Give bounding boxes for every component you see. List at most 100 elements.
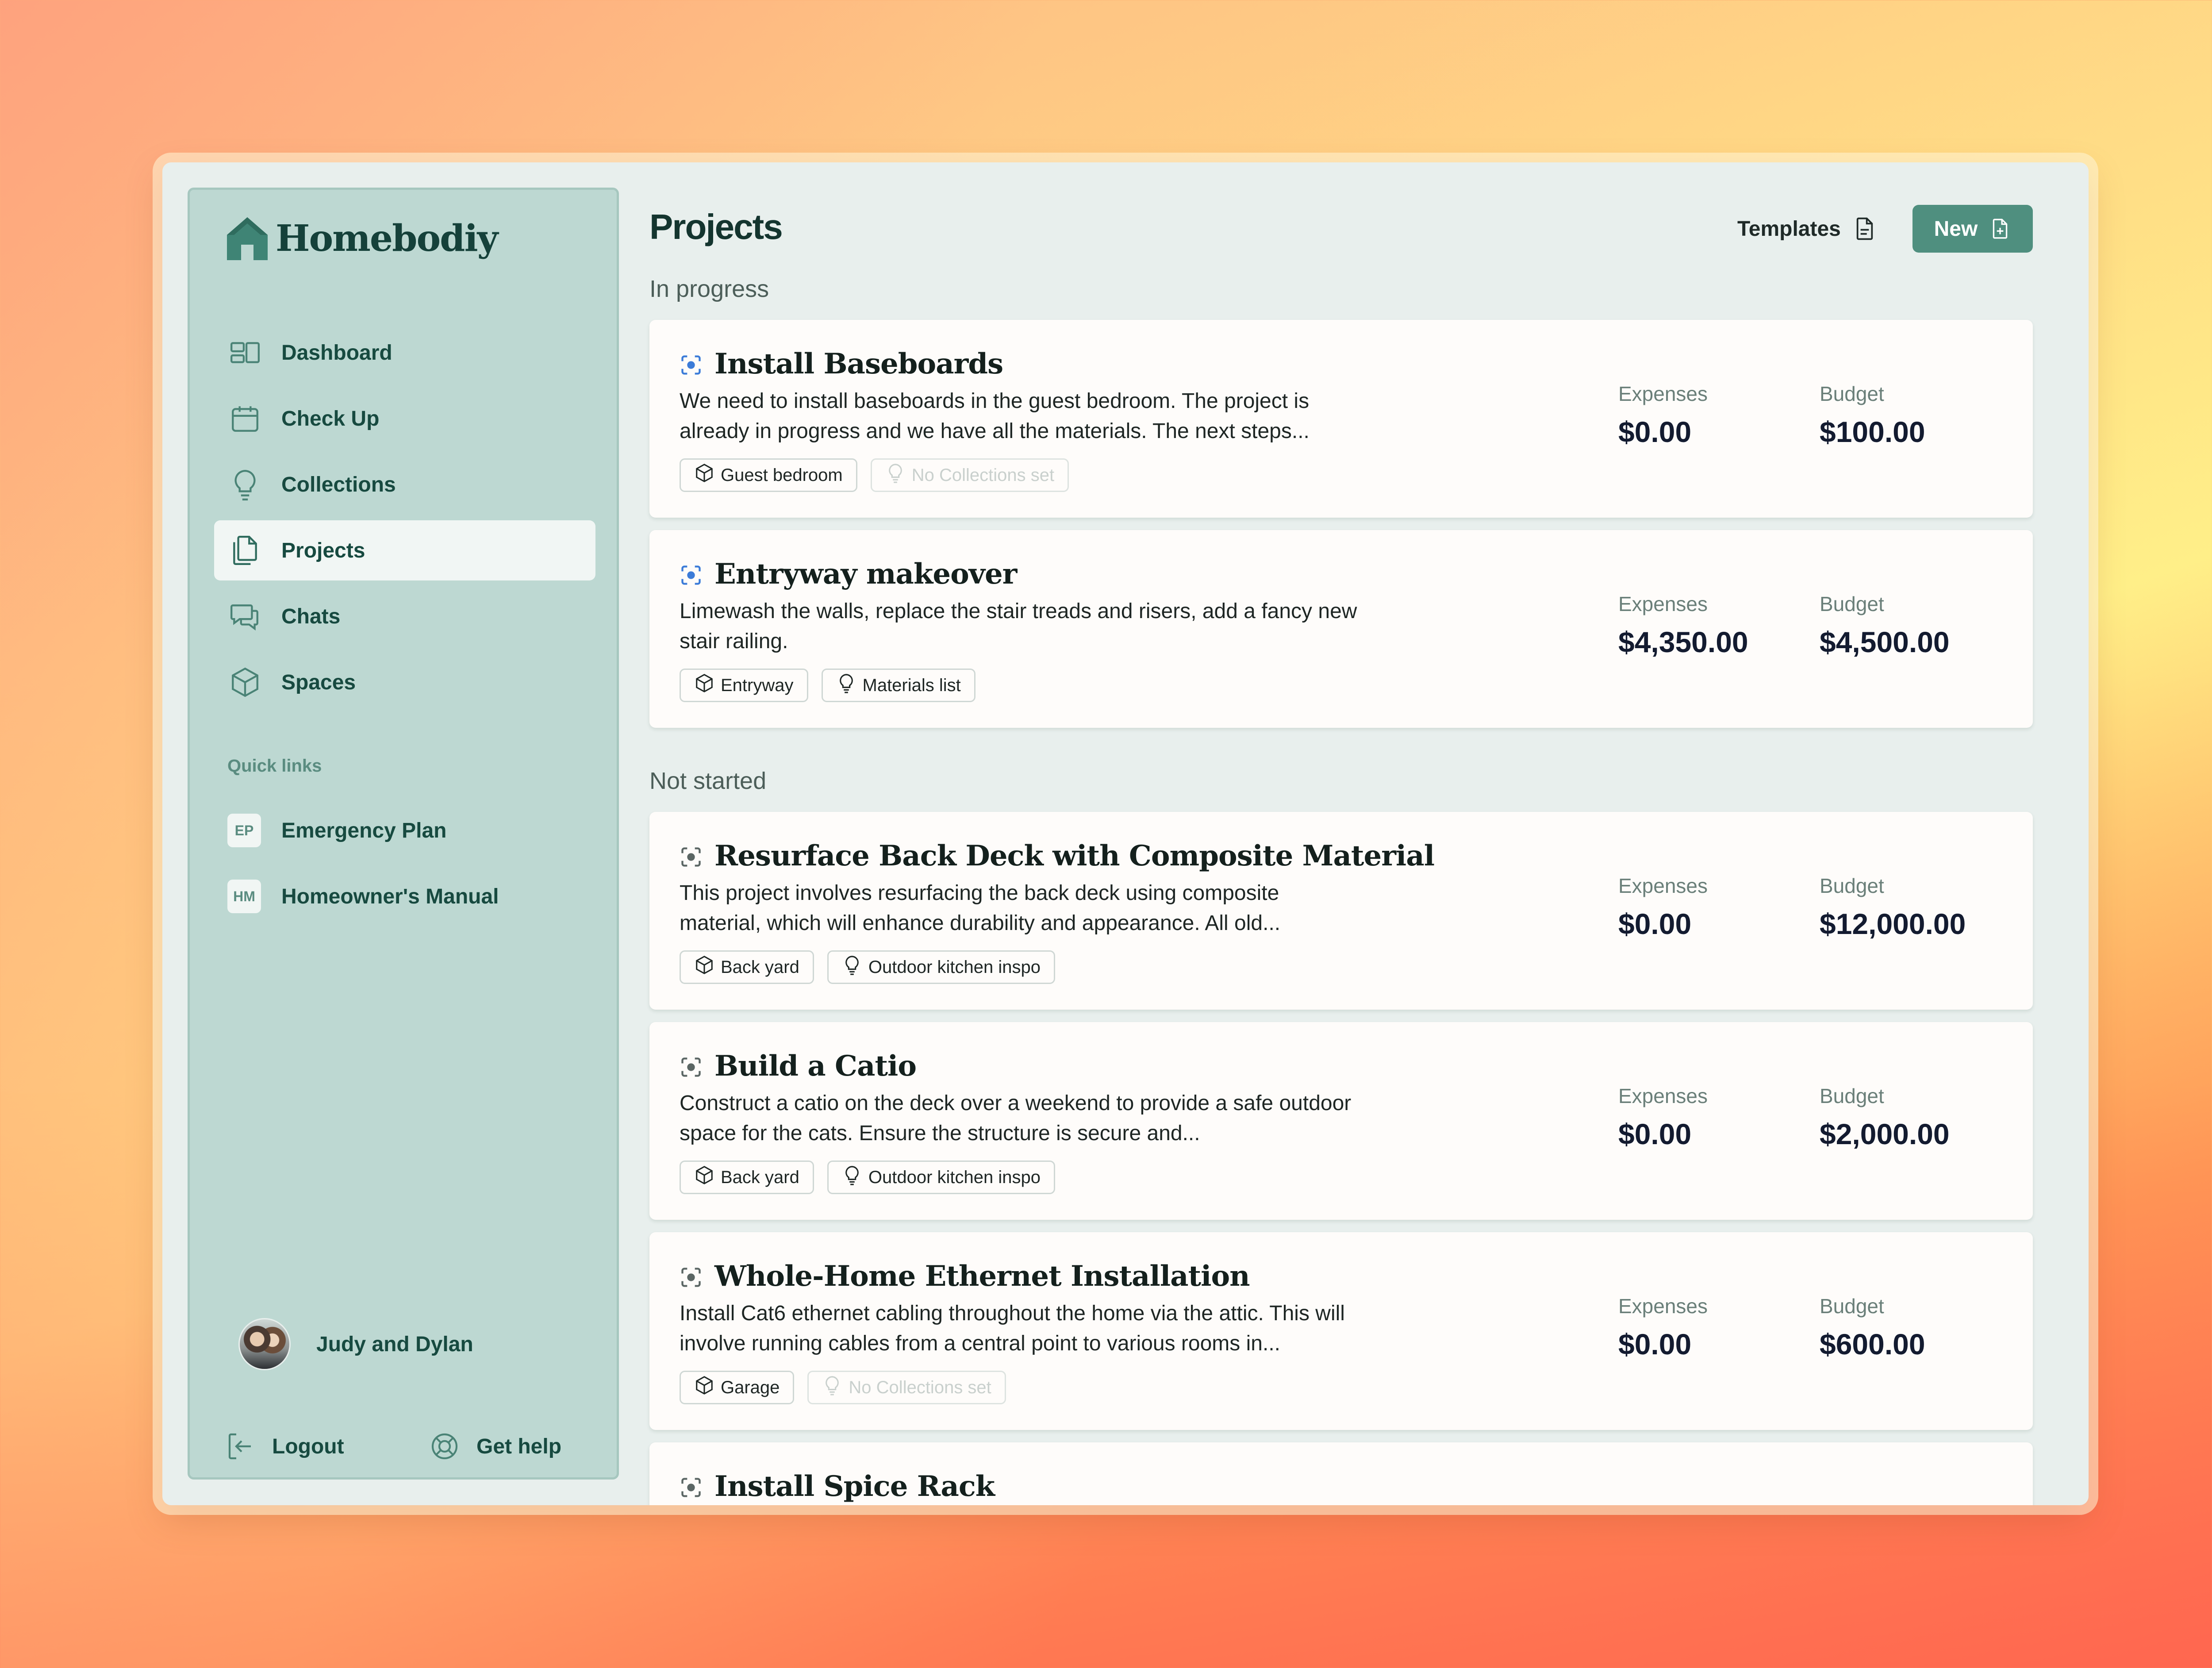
space-tag[interactable]: Garage <box>680 1371 795 1404</box>
templates-button[interactable]: Templates <box>1737 204 1877 253</box>
logout-button[interactable]: Logout <box>224 1424 344 1468</box>
status-icon <box>680 1056 703 1079</box>
expenses-value: $0.00 <box>1618 415 1692 448</box>
lightbulb-icon <box>227 467 263 502</box>
project-card[interactable]: Install Baseboards We need to install bas… <box>649 320 2033 518</box>
house-logo-icon <box>227 217 268 260</box>
sidebar-actions: Logout Get help <box>224 1424 587 1468</box>
avatar <box>238 1318 291 1370</box>
document-icon <box>1856 217 1873 240</box>
budget-value: $2,000.00 <box>1820 1118 1950 1150</box>
status-icon <box>680 846 703 869</box>
collection-tag-label: Outdoor kitchen inspo <box>868 957 1041 977</box>
get-help-label: Get help <box>476 1434 562 1458</box>
get-help-button[interactable]: Get help <box>429 1424 561 1468</box>
space-tag-label: Back yard <box>721 1167 799 1187</box>
project-title: Build a Catio <box>714 1049 917 1083</box>
project-description: Limewash the walls, replace the stair tr… <box>680 600 1357 653</box>
expenses-value: $0.00 <box>1618 907 1692 940</box>
user-profile[interactable]: Judy and Dylan <box>238 1318 473 1370</box>
project-title: Install Baseboards <box>714 347 1003 380</box>
sidebar-item-collections[interactable]: Collections <box>214 454 595 515</box>
budget-label: Budget <box>1820 1295 1884 1318</box>
space-tag[interactable]: Back yard <box>680 1161 814 1194</box>
sidebar-item-check-up[interactable]: Check Up <box>214 388 595 449</box>
project-card[interactable]: Install Spice Rack <box>649 1442 2033 1505</box>
status-icon <box>680 354 703 377</box>
quick-link-emergency-plan[interactable]: EP Emergency Plan <box>214 800 595 861</box>
project-tags: Back yard Outdoor kitchen inspo <box>680 1161 1055 1194</box>
lightbulb-icon <box>836 673 856 698</box>
collection-tag[interactable]: No Collections set <box>870 458 1069 492</box>
sidebar-item-dashboard[interactable]: Dashboard <box>214 323 595 383</box>
lightbulb-icon <box>842 1165 862 1190</box>
budget-label: Budget <box>1820 1084 1884 1107</box>
new-document-icon <box>1993 219 2008 239</box>
sidebar-item-spaces[interactable]: Spaces <box>214 652 595 712</box>
status-icon <box>680 1266 703 1289</box>
new-project-button[interactable]: New <box>1912 205 2033 253</box>
sidebar-item-label: Projects <box>281 538 365 562</box>
collection-tag[interactable]: No Collections set <box>807 1371 1006 1404</box>
project-title: Whole-Home Ethernet Installation <box>714 1260 1250 1293</box>
quick-link-label: Homeowner's Manual <box>281 884 499 908</box>
collection-tag-label: Materials list <box>862 675 961 695</box>
dashboard-icon <box>227 335 263 370</box>
space-tag-label: Garage <box>721 1377 780 1397</box>
space-tag[interactable]: Entryway <box>680 669 808 702</box>
quick-link-homeowners-manual[interactable]: HM Homeowner's Manual <box>214 866 595 926</box>
expenses-label: Expenses <box>1618 1084 1708 1107</box>
budget-value: $12,000.00 <box>1820 907 1966 940</box>
lifebuoy-icon <box>431 1433 458 1460</box>
project-tags: Guest bedroom No Collections set <box>680 458 1069 492</box>
quick-links-title: Quick links <box>227 756 322 776</box>
collection-tag-label: No Collections set <box>911 465 1055 485</box>
cube-icon <box>227 665 263 700</box>
project-card[interactable]: Build a Catio Construct a catio on the de… <box>649 1022 2033 1220</box>
logout-icon <box>228 1433 251 1460</box>
sidebar-item-label: Collections <box>281 473 396 496</box>
project-card[interactable]: Whole-Home Ethernet Installation Install … <box>649 1232 2033 1430</box>
space-tag-label: Back yard <box>721 957 799 977</box>
project-description: Install Cat6 ethernet cabling throughout… <box>680 1302 1345 1355</box>
collection-tag[interactable]: Materials list <box>821 669 975 702</box>
expenses-value: $4,350.00 <box>1618 626 1748 658</box>
app-name: Homebodiy <box>276 217 498 260</box>
expenses-label: Expenses <box>1618 382 1708 405</box>
cube-icon <box>694 673 714 698</box>
user-name: Judy and Dylan <box>316 1332 473 1356</box>
sidebar: Homebodiy Dashboard Check Up Collections <box>188 188 619 1480</box>
project-tags: Entryway Materials list <box>680 669 975 702</box>
space-tag-label: Guest bedroom <box>721 465 843 485</box>
project-card[interactable]: Resurface Back Deck with Composite Mater… <box>649 812 2033 1010</box>
expenses-value: $0.00 <box>1618 1118 1692 1150</box>
project-title: Install Spice Rack <box>714 1470 995 1503</box>
project-tags: Garage No Collections set <box>680 1371 1006 1404</box>
chat-icon <box>227 599 263 634</box>
collection-tag-label: Outdoor kitchen inspo <box>868 1167 1041 1187</box>
sidebar-item-chats[interactable]: Chats <box>214 586 595 646</box>
project-tags: Back yard Outdoor kitchen inspo <box>680 950 1055 984</box>
status-icon <box>680 1476 703 1499</box>
budget-value: $4,500.00 <box>1820 626 1950 658</box>
status-icon <box>680 564 703 587</box>
budget-label: Budget <box>1820 382 1884 405</box>
sidebar-item-projects[interactable]: Projects <box>214 520 595 580</box>
quick-link-badge: EP <box>227 814 261 847</box>
space-tag[interactable]: Guest bedroom <box>680 458 857 492</box>
space-tag[interactable]: Back yard <box>680 950 814 984</box>
collection-tag[interactable]: Outdoor kitchen inspo <box>827 1161 1055 1194</box>
logo[interactable]: Homebodiy <box>225 214 498 263</box>
project-title: Entryway makeover <box>714 557 1017 591</box>
project-description: This project involves resurfacing the ba… <box>680 881 1281 935</box>
project-description: We need to install baseboards in the gue… <box>680 389 1310 443</box>
logout-label: Logout <box>272 1434 344 1458</box>
sidebar-item-label: Spaces <box>281 670 356 694</box>
quick-link-badge: HM <box>227 880 261 913</box>
budget-label: Budget <box>1820 874 1884 897</box>
project-card[interactable]: Entryway makeover Limewash the walls, rep… <box>649 530 2033 728</box>
lightbulb-icon <box>842 955 862 980</box>
expenses-label: Expenses <box>1618 874 1708 897</box>
new-label: New <box>1934 217 1978 241</box>
collection-tag[interactable]: Outdoor kitchen inspo <box>827 950 1055 984</box>
